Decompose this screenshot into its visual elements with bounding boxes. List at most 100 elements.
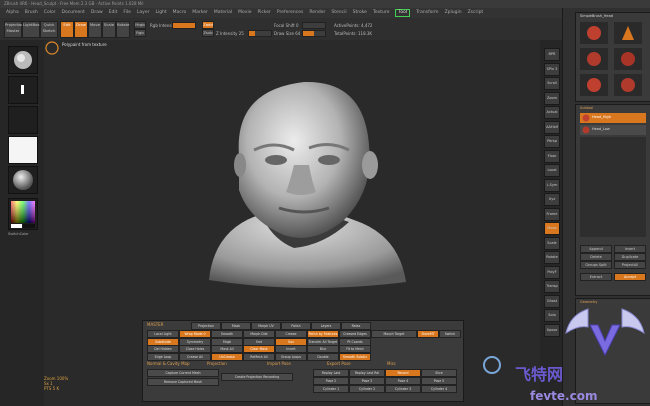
move-button[interactable]: Move — [88, 21, 102, 38]
menu-item-edit[interactable]: Edit — [109, 8, 118, 18]
shelf-button-persp[interactable]: Persp — [544, 135, 560, 148]
deformation-button[interactable]: Edge Loop — [147, 352, 179, 361]
rgb-button[interactable]: Rgb — [134, 29, 146, 37]
menu-item-macro[interactable]: Macro — [173, 8, 187, 18]
menu-item-transform[interactable]: Transform — [416, 8, 438, 18]
projection-button[interactable]: Cylinder 1 — [313, 385, 349, 393]
shelf-button-local[interactable]: Local — [544, 164, 560, 177]
menu-item-stencil[interactable]: Stencil — [331, 8, 346, 18]
scale-button[interactable]: Scale — [102, 21, 116, 38]
store-mt-button[interactable]: StoreMT — [417, 330, 439, 338]
shelf-button-l-sym[interactable]: L.Sym — [544, 178, 560, 192]
menu-item-light[interactable]: Light — [155, 8, 166, 18]
projection-button[interactable]: Pose 4 — [385, 377, 421, 385]
projection-recording-button[interactable]: Create Projection Recording — [221, 373, 293, 381]
alpha-tile[interactable] — [8, 106, 38, 134]
z-intensity-slider[interactable] — [248, 30, 272, 37]
menu-item-texture[interactable]: Texture — [373, 8, 389, 18]
color-picker[interactable] — [8, 198, 38, 230]
shelf-button-polyf[interactable]: PolyF — [544, 265, 560, 279]
menu-item-zplugin[interactable]: Zplugin — [445, 8, 462, 18]
subtool-item[interactable]: Head_Low — [580, 125, 646, 135]
menu-item-picker[interactable]: Picker — [257, 8, 270, 18]
shelf-button-scroll[interactable]: Scroll — [544, 77, 560, 90]
panel-tab[interactable]: Projection — [191, 322, 221, 330]
shelf-button-floor[interactable]: Floor — [544, 149, 560, 163]
delete-button[interactable]: Delete — [580, 253, 612, 261]
projection-button[interactable]: Replay Last Rel — [349, 369, 385, 377]
shelf-button-scale[interactable]: Scale — [544, 236, 560, 250]
menu-item-document[interactable]: Document — [62, 8, 85, 18]
menu-item-file[interactable]: File — [123, 8, 131, 18]
menu-item-marker[interactable]: Marker — [192, 8, 208, 18]
insert-button[interactable]: Insert — [614, 245, 646, 253]
subtool-item-active[interactable]: Head_High — [580, 113, 646, 123]
menu-item-tool[interactable]: Tool — [395, 9, 411, 17]
shelf-button-move[interactable]: Move — [544, 222, 560, 235]
shelf-button-zoom[interactable]: Zoom — [544, 91, 560, 105]
menu-item-layer[interactable]: Layer — [137, 8, 150, 18]
menu-item-material[interactable]: Material — [214, 8, 232, 18]
menu-item-color[interactable]: Color — [44, 8, 56, 18]
rgb-intensity-slider[interactable] — [172, 22, 196, 29]
edit-button[interactable]: Edit — [60, 21, 74, 38]
projection-button[interactable]: Cylinder 4 — [421, 385, 457, 393]
menu-item-preferences[interactable]: Preferences — [277, 8, 303, 18]
draw-size-slider[interactable] — [302, 30, 326, 37]
zsub-button[interactable]: Zsub — [202, 29, 214, 37]
focal-shift-slider[interactable] — [302, 22, 326, 29]
projection-button[interactable]: Record — [385, 369, 421, 377]
menu-item-stroke[interactable]: Stroke — [353, 8, 367, 18]
menu-item-zscript[interactable]: Zscript — [468, 8, 484, 18]
deformation-button[interactable]: Crease All — [179, 352, 211, 361]
menu-item-draw[interactable]: Draw — [91, 8, 103, 18]
mrgb-button[interactable]: Mrgb — [134, 21, 146, 29]
shelf-button-transp[interactable]: Transp — [544, 280, 560, 293]
material-tile[interactable] — [8, 166, 38, 194]
projection-button[interactable]: Cylinder 3 — [385, 385, 421, 393]
menu-item-alpha[interactable]: Alpha — [6, 8, 19, 18]
capture-mesh-button[interactable]: Capture Current Mesh — [147, 369, 219, 377]
panel-tab[interactable]: Layers — [311, 322, 341, 330]
projection-button[interactable]: Pose 3 — [349, 377, 385, 385]
menu-item-movie[interactable]: Movie — [238, 8, 251, 18]
stroke-tile[interactable] — [8, 76, 38, 104]
projection-button[interactable]: Slice — [421, 369, 457, 377]
projection-button[interactable]: Pose 2 — [313, 377, 349, 385]
groups-split-button[interactable]: Groups Split — [580, 261, 612, 269]
projection-button[interactable]: Cylinder 2 — [349, 385, 385, 393]
remove-mesh-button[interactable]: Remove Captured Mesh — [147, 378, 219, 386]
panel-tab[interactable]: Polish — [281, 322, 311, 330]
head-sculpt[interactable] — [194, 70, 414, 300]
switch-button[interactable]: Switch — [439, 330, 461, 338]
deformation-button[interactable]: Group Loops — [275, 352, 307, 361]
quick-sketch-button[interactable]: Quick Sketch — [40, 21, 58, 38]
shelf-button-frame[interactable]: Frame — [544, 207, 560, 221]
shelf-button-aahalf[interactable]: AAHalf — [544, 120, 560, 134]
draw-button[interactable]: Draw — [74, 21, 88, 38]
menu-item-render[interactable]: Render — [309, 8, 325, 18]
shelf-button-rotate[interactable]: Rotate — [544, 251, 560, 264]
projection-button[interactable]: Pose 5 — [421, 377, 457, 385]
shelf-button-actual[interactable]: Actual — [544, 106, 560, 119]
menu-item-brush[interactable]: Brush — [25, 8, 38, 18]
shelf-button-spix-3[interactable]: SPix 3 — [544, 62, 560, 76]
extract-button[interactable]: Extract — [580, 273, 612, 281]
projection-master-button[interactable]: Projection Master — [4, 21, 24, 38]
panel-tab[interactable]: Morph UV — [251, 322, 281, 330]
rotate-button[interactable]: Rotate — [116, 21, 130, 38]
panel-tab[interactable]: Relax — [341, 322, 371, 330]
deformation-button[interactable]: Smooth Subdiv — [339, 352, 371, 361]
lightbox-button[interactable]: LightBox — [22, 21, 40, 38]
project-all-button[interactable]: ProjectAll — [614, 261, 646, 269]
shelf-button-bpr[interactable]: BPR — [544, 48, 560, 61]
panel-tab[interactable]: Mask — [221, 322, 251, 330]
tool-thumbnails[interactable] — [580, 22, 646, 98]
deformation-button[interactable]: UnCrease — [211, 352, 243, 361]
accept-button[interactable]: Accept — [614, 273, 646, 281]
texture-tile[interactable] — [8, 136, 38, 164]
shelf-button-xyz[interactable]: Xyz — [544, 193, 560, 206]
deformation-button[interactable]: Double — [307, 352, 339, 361]
append-button[interactable]: Append — [580, 245, 612, 253]
brush-tile[interactable] — [8, 46, 38, 74]
